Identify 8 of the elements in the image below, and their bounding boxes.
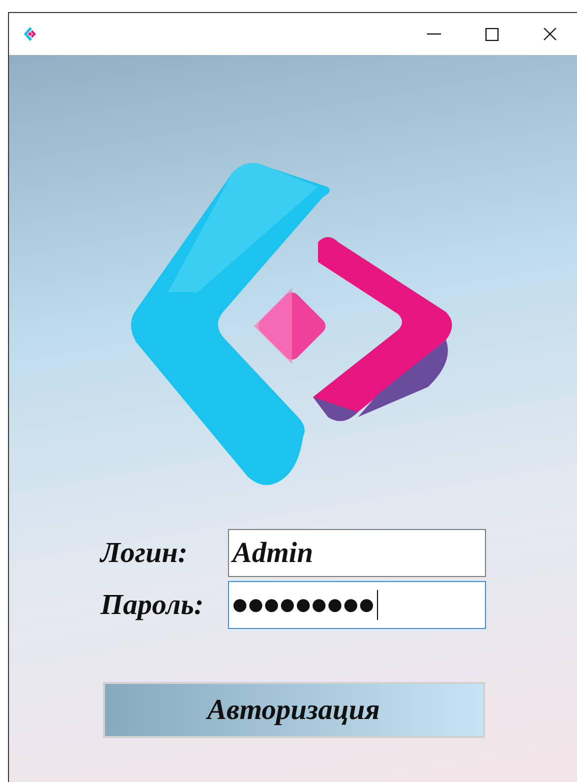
field-label: Логин: (100, 536, 188, 570)
app-logo-icon (23, 27, 37, 41)
field-label: Пароль: (100, 588, 205, 622)
maximize-icon (485, 28, 499, 40)
password-field[interactable]: ●●●●●●●●● (228, 581, 486, 629)
close-icon (543, 28, 557, 40)
login-button[interactable]: Авторизация (102, 682, 484, 738)
login-field[interactable]: Admin (228, 529, 486, 577)
